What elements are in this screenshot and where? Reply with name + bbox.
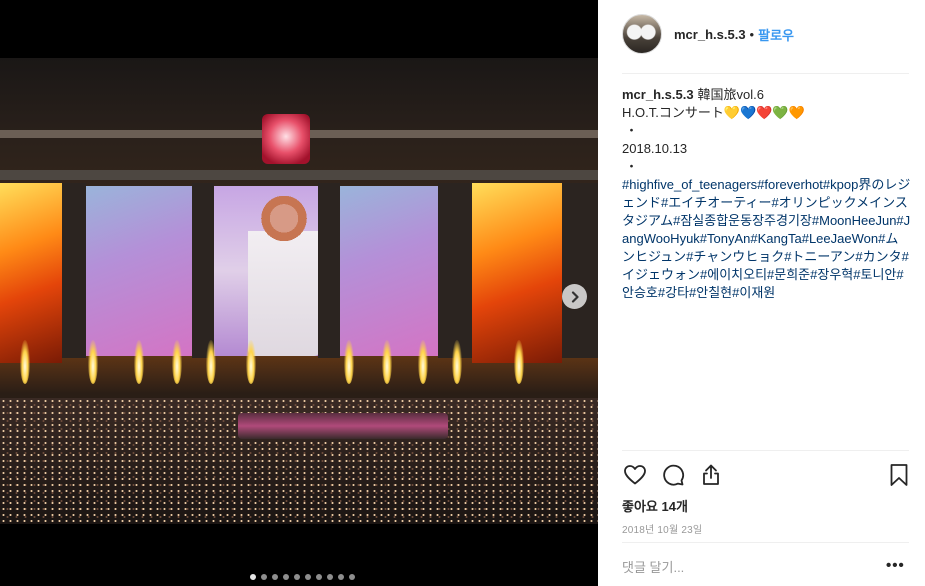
post-sidebar: mcr_h.s.5.3 • 팔로우 mcr_h.s.5.3 韓国旅vol.6 H.… — [598, 0, 925, 586]
avatar[interactable] — [622, 14, 662, 54]
carousel-indicator — [250, 574, 355, 580]
pyro-flame — [134, 340, 144, 384]
carousel-dot — [338, 574, 344, 580]
share-icon — [703, 464, 719, 485]
carousel-dot — [294, 574, 300, 580]
video-screen-left — [86, 186, 192, 356]
caption-line: H.O.T.コンサート💛💙❤️💚🧡 — [622, 105, 805, 120]
actions-divider — [622, 450, 909, 451]
caption-line: ・ — [625, 159, 639, 174]
post-date[interactable]: 2018년 10월 23일 — [622, 521, 702, 536]
stage-pillar — [318, 183, 340, 358]
comment-input[interactable] — [622, 556, 832, 578]
pyro-flame — [172, 340, 182, 384]
caption-line: 2018.10.13 — [622, 141, 688, 156]
pyro-flame — [514, 340, 524, 384]
caption-line: mcr_h.s.5.3 韓国旅vol.6 — [622, 86, 911, 104]
caption-username[interactable]: mcr_h.s.5.3 — [622, 87, 694, 102]
caption-hashtags[interactable]: #highfive_of_teenagers#foreverhot#kpop界の… — [622, 176, 911, 302]
more-options-button[interactable]: ••• — [886, 557, 905, 574]
main-stage — [238, 413, 448, 439]
carousel-dot — [250, 574, 256, 580]
stage-pillar — [192, 183, 214, 358]
post-caption: mcr_h.s.5.3 韓国旅vol.6 H.O.T.コンサート💛💙❤️💚🧡 ・ … — [622, 86, 911, 302]
stage-rig-lights — [0, 170, 598, 180]
header-divider — [622, 73, 909, 74]
header-username[interactable]: mcr_h.s.5.3 — [674, 27, 746, 42]
instagram-post-view: mcr_h.s.5.3 • 팔로우 mcr_h.s.5.3 韓国旅vol.6 H.… — [0, 0, 925, 586]
pyro-flame — [206, 340, 216, 384]
stage-pillar — [562, 183, 598, 358]
chevron-right-icon — [571, 290, 579, 303]
video-screen-right — [340, 186, 438, 356]
header-separator: • — [749, 26, 755, 42]
carousel-dot — [305, 574, 311, 580]
pyro-flame — [20, 340, 30, 384]
comment-icon — [663, 464, 685, 486]
pyro-flame — [88, 340, 98, 384]
concert-photo — [0, 58, 598, 524]
stage-logo — [262, 114, 310, 164]
pyro-flame — [382, 340, 392, 384]
action-bar — [622, 462, 910, 488]
next-image-button[interactable] — [562, 284, 587, 309]
post-media — [0, 0, 598, 586]
fire-screen-right — [472, 183, 562, 363]
carousel-dot — [261, 574, 267, 580]
carousel-dot — [272, 574, 278, 580]
carousel-dot — [327, 574, 333, 580]
bookmark-icon — [890, 464, 908, 486]
pyro-flame — [246, 340, 256, 384]
comment-button[interactable] — [660, 462, 686, 488]
stage-pillar — [62, 183, 86, 358]
like-button[interactable] — [622, 462, 648, 488]
carousel-dot — [283, 574, 289, 580]
performer-on-screen — [248, 196, 320, 356]
follow-button[interactable]: 팔로우 — [758, 25, 794, 44]
fire-screen-left — [0, 183, 62, 363]
carousel-dot — [316, 574, 322, 580]
share-button[interactable] — [698, 462, 724, 488]
stage-pillar — [438, 183, 472, 358]
heart-icon — [624, 465, 646, 485]
comment-divider — [622, 542, 909, 543]
carousel-dot — [349, 574, 355, 580]
pyro-flame — [344, 340, 354, 384]
like-count[interactable]: 좋아요 14개 — [622, 496, 688, 515]
caption-text: 韓国旅vol.6 — [697, 87, 765, 102]
post-header: mcr_h.s.5.3 • 팔로우 — [622, 14, 794, 54]
save-button[interactable] — [886, 462, 912, 488]
pyro-flame — [418, 340, 428, 384]
pyro-flame — [452, 340, 462, 384]
caption-line: ・ — [625, 123, 639, 138]
